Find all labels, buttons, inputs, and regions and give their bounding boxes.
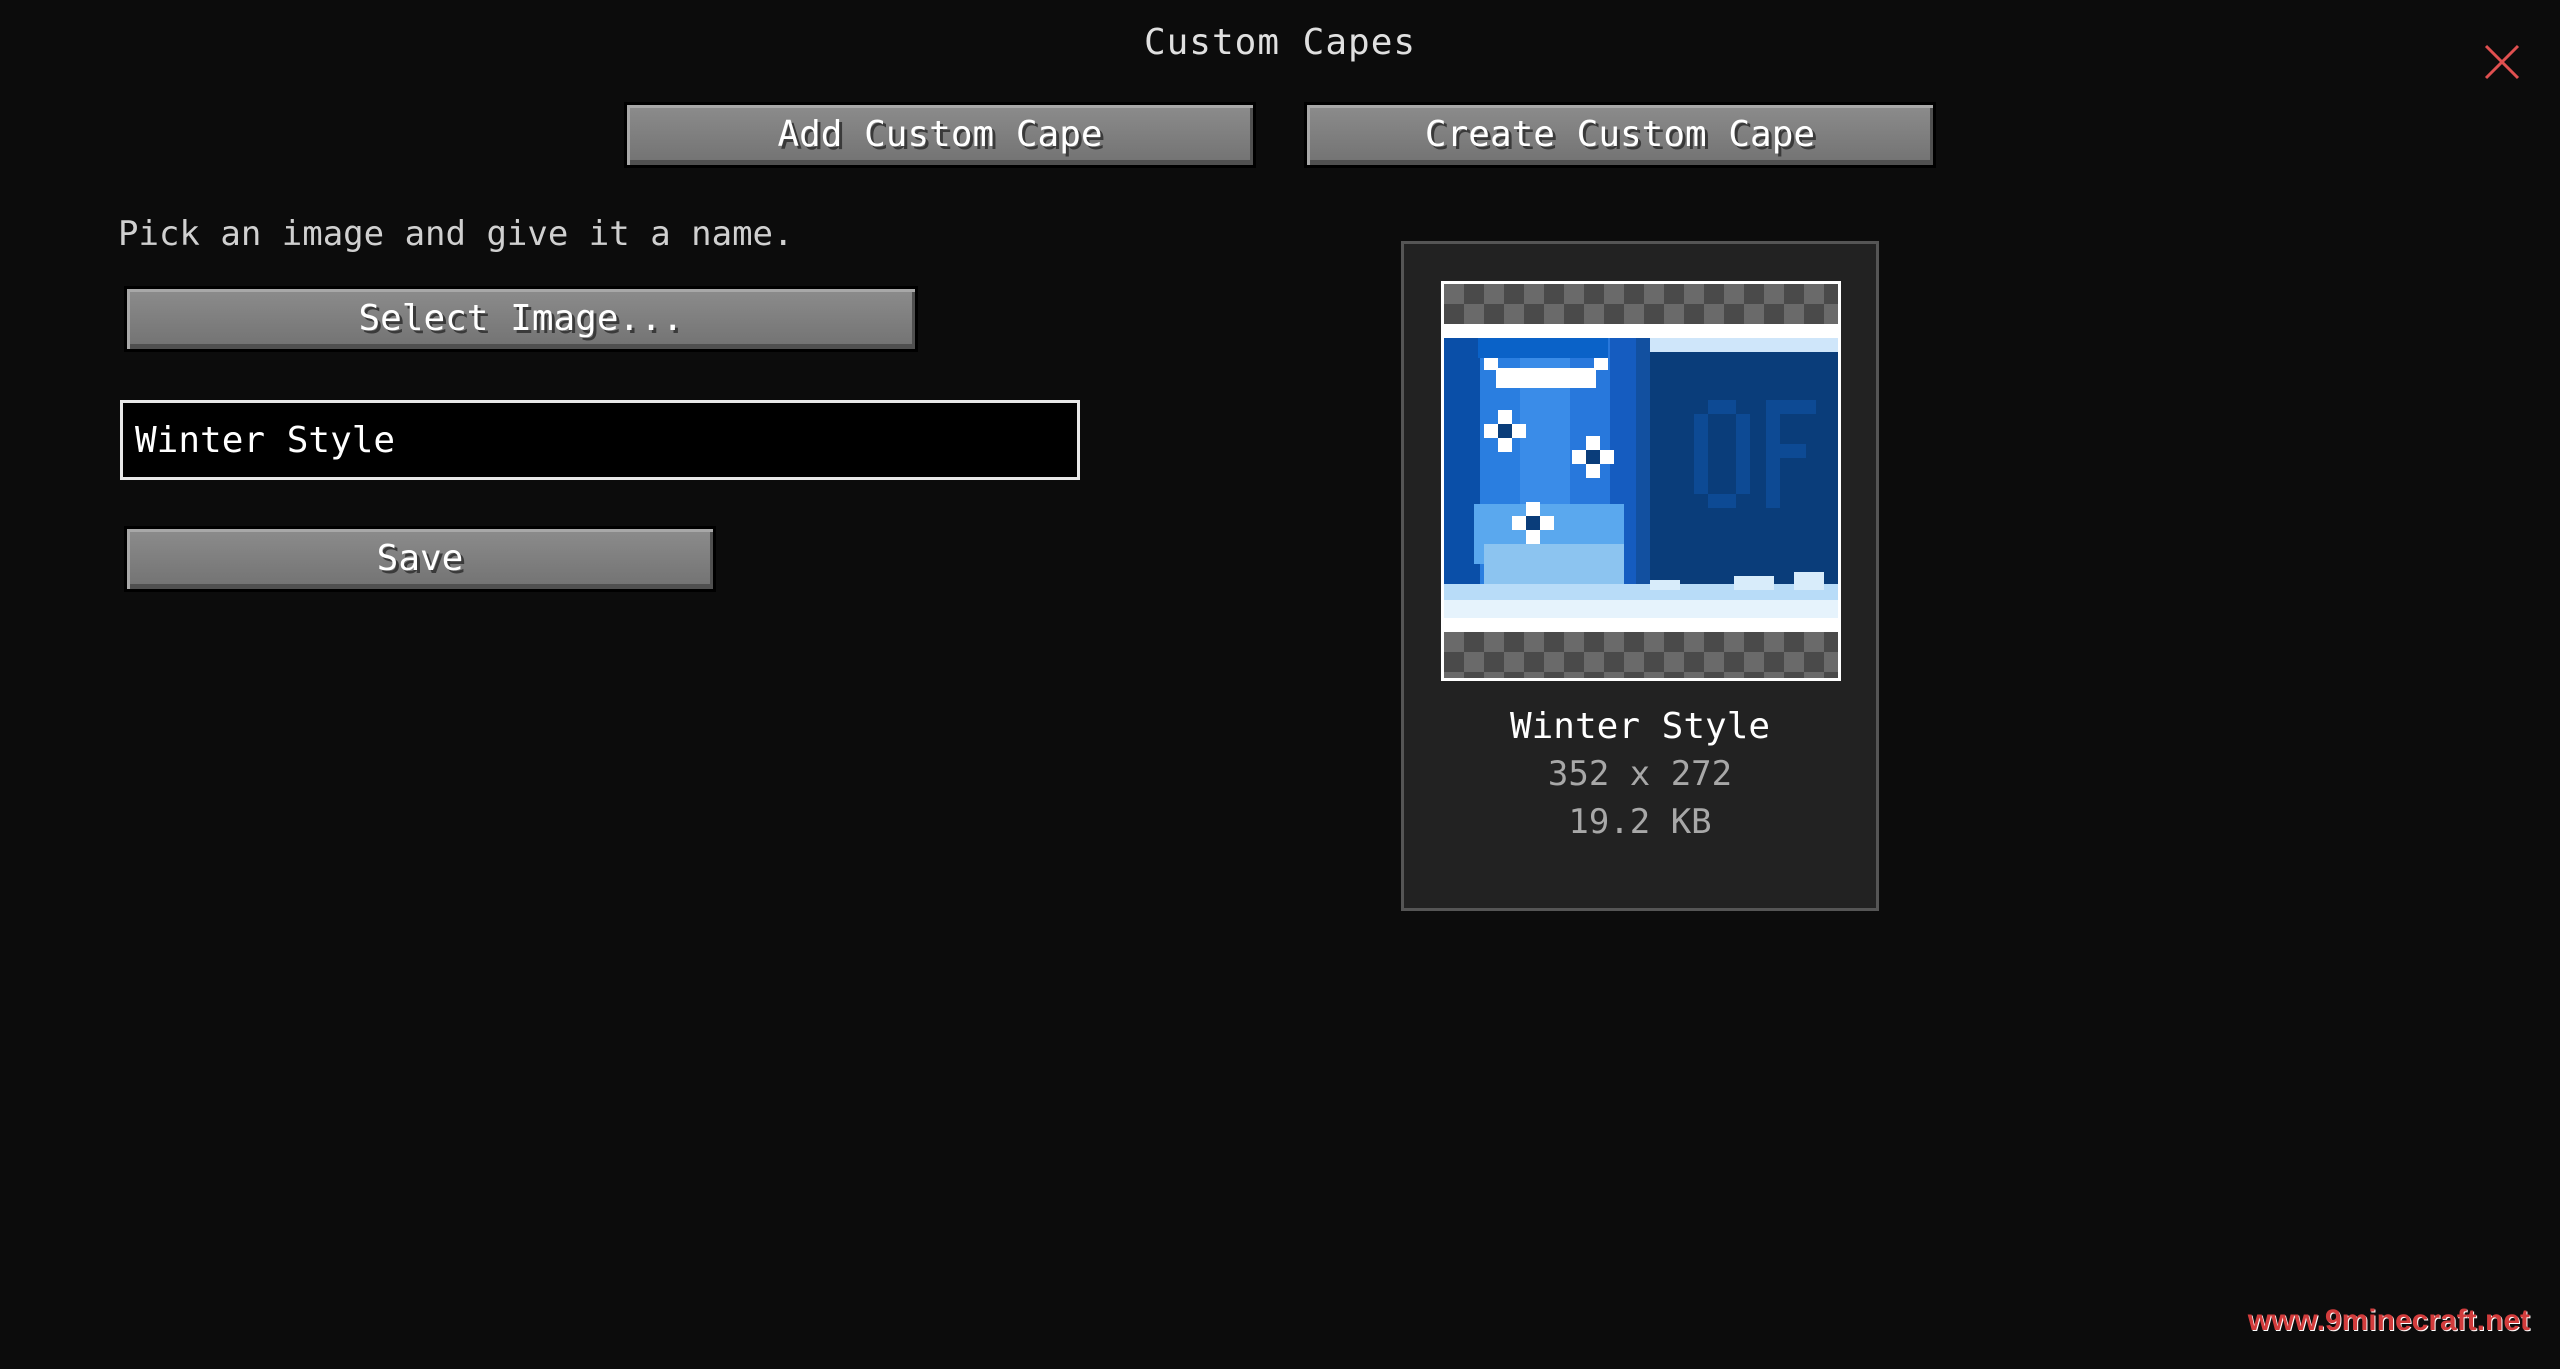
cape-preview-image — [1441, 281, 1841, 681]
save-button[interactable]: Save — [124, 526, 716, 592]
cape-preview-card: Winter Style 352 x 272 19.2 KB — [1401, 241, 1879, 911]
select-image-button[interactable]: Select Image... — [124, 286, 918, 352]
add-custom-cape-button[interactable]: Add Custom Cape — [624, 102, 1256, 168]
watermark: www.9minecraft.net — [2247, 1304, 2530, 1337]
cape-name-label: Winter Style — [1509, 706, 1771, 747]
create-custom-cape-button[interactable]: Create Custom Cape — [1304, 102, 1936, 168]
cape-file-size: 19.2 KB — [1568, 802, 1712, 842]
cape-dimensions: 352 x 272 — [1547, 754, 1733, 794]
cape-name-input[interactable] — [120, 400, 1080, 480]
instruction-text: Pick an image and give it a name. — [118, 214, 794, 254]
close-icon[interactable] — [2482, 42, 2522, 82]
page-title: Custom Capes — [1143, 22, 1417, 63]
cape-texture — [1444, 284, 1838, 678]
